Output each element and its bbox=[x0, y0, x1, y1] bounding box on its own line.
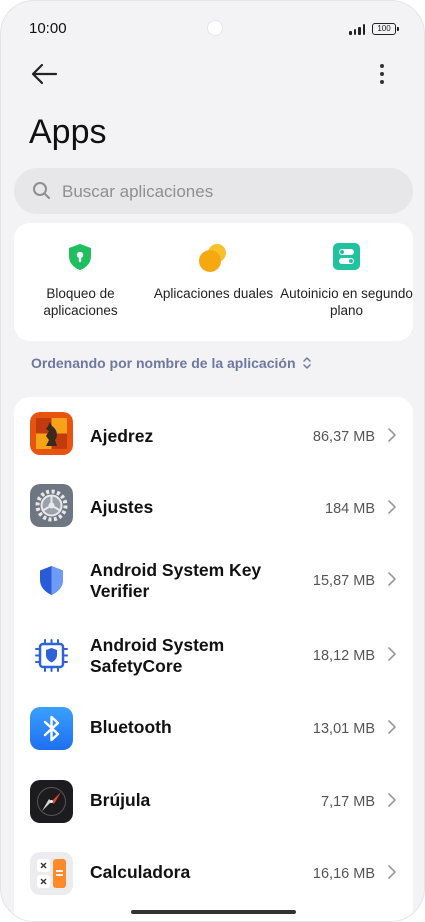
app-size: 13,01 MB bbox=[312, 721, 375, 737]
app-size: 184 MB bbox=[325, 501, 375, 517]
app-name: Android System Key Verifier bbox=[90, 560, 262, 601]
shield-lock-icon bbox=[69, 244, 91, 270]
app-row-key-verifier[interactable]: Android System Key Verifier 15,87 MB bbox=[14, 545, 413, 619]
app-row-ajustes[interactable]: Ajustes 184 MB bbox=[14, 472, 413, 542]
chevron-right-icon bbox=[388, 572, 396, 586]
app-name: Ajedrez bbox=[90, 426, 154, 446]
app-size: 18,12 MB bbox=[312, 648, 375, 664]
dual-apps-icon bbox=[199, 244, 226, 272]
app-name: Ajustes bbox=[90, 497, 154, 517]
page-title: Apps bbox=[29, 113, 107, 151]
app-name: Brújula bbox=[90, 790, 151, 810]
back-button[interactable] bbox=[29, 61, 59, 87]
feature-label: Bloqueo de aplicaciones bbox=[43, 286, 118, 318]
settings-gear-icon bbox=[30, 484, 73, 527]
signal-icon bbox=[349, 24, 365, 35]
sort-toggle-icon bbox=[302, 357, 311, 369]
more-vertical-icon bbox=[380, 64, 384, 84]
app-name: Bluetooth bbox=[90, 717, 172, 737]
chevron-right-icon bbox=[388, 500, 396, 514]
app-row-calculadora[interactable]: Calculadora 16,16 MB bbox=[14, 841, 413, 911]
search-input[interactable] bbox=[60, 168, 394, 216]
arrow-left-icon bbox=[31, 63, 58, 85]
app-name: Calculadora bbox=[90, 862, 191, 882]
sort-selector[interactable]: Ordenando por nombre de la aplicación bbox=[31, 355, 312, 371]
app-size: 16,16 MB bbox=[312, 866, 375, 882]
more-options-button[interactable] bbox=[373, 63, 391, 87]
phone-screen: 10:00 100 Apps Bloqueo de aplicac bbox=[0, 0, 425, 922]
chevron-right-icon bbox=[388, 428, 396, 442]
chevron-right-icon bbox=[388, 720, 396, 734]
app-size: 86,37 MB bbox=[312, 429, 375, 445]
autostart-icon bbox=[333, 243, 360, 270]
features-card: Bloqueo de aplicaciones Aplicaciones dua… bbox=[14, 223, 413, 341]
battery-icon: 100 bbox=[372, 23, 399, 35]
bluetooth-icon bbox=[30, 707, 73, 750]
app-row-ajedrez[interactable]: Ajedrez 86,37 MB bbox=[14, 399, 413, 469]
front-camera bbox=[207, 20, 223, 36]
app-row-safetycore[interactable]: Android System SafetyCore 18,12 MB bbox=[14, 620, 413, 694]
search-bar[interactable] bbox=[14, 168, 413, 216]
app-size: 7,17 MB bbox=[321, 794, 375, 810]
app-list: Ajedrez 86,37 MB Ajustes 184 MB Android … bbox=[14, 397, 413, 921]
feature-dual-apps[interactable]: Aplicaciones duales bbox=[147, 223, 280, 341]
calculator-icon bbox=[30, 852, 73, 895]
chevron-right-icon bbox=[388, 865, 396, 879]
app-size: 15,87 MB bbox=[312, 573, 375, 589]
search-icon bbox=[33, 182, 50, 199]
chevron-right-icon bbox=[388, 647, 396, 661]
chip-shield-icon bbox=[30, 634, 73, 677]
feature-label: Autoinicio en segundo plano bbox=[280, 286, 413, 318]
feature-autostart[interactable]: Autoinicio en segundo plano bbox=[280, 223, 413, 341]
app-name: Android System SafetyCore bbox=[90, 635, 225, 676]
app-row-bluetooth[interactable]: Bluetooth 13,01 MB bbox=[14, 695, 413, 765]
app-row-brujula[interactable]: Brújula 7,17 MB bbox=[14, 768, 413, 838]
sort-label: Ordenando por nombre de la aplicación bbox=[31, 355, 296, 371]
feature-label: Aplicaciones duales bbox=[153, 286, 274, 301]
feature-app-lock[interactable]: Bloqueo de aplicaciones bbox=[14, 223, 147, 341]
compass-icon bbox=[30, 780, 73, 823]
status-time: 10:00 bbox=[29, 20, 67, 37]
chevron-right-icon bbox=[388, 793, 396, 807]
chess-icon bbox=[30, 412, 73, 455]
shield-key-icon bbox=[30, 559, 73, 602]
home-indicator[interactable] bbox=[131, 910, 296, 914]
